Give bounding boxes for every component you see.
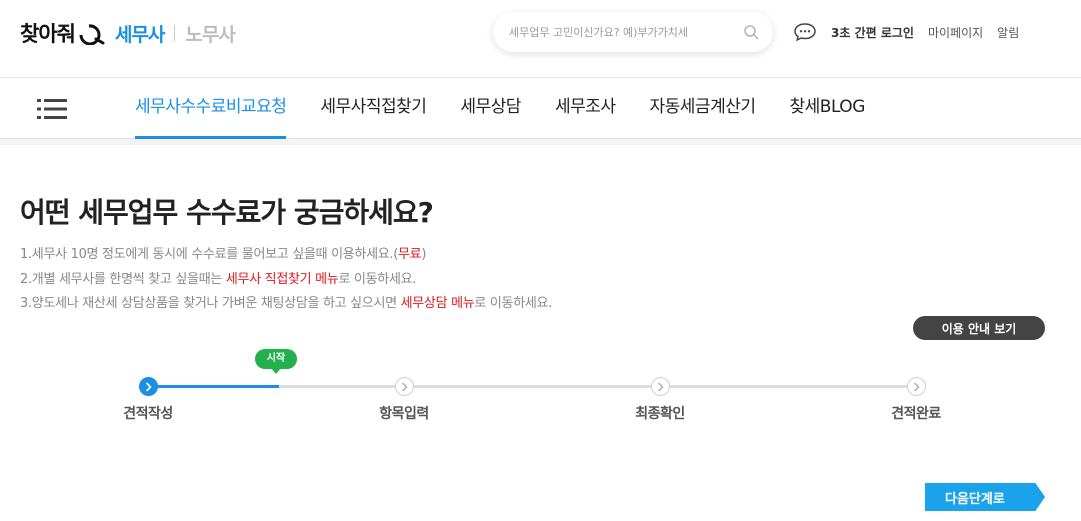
desc-line-2-text: 2.개별 세무사를 한명씩 찾고 싶을때는 — [20, 271, 226, 287]
step-label-final-confirm: 최종확인 — [635, 406, 685, 422]
mypage-link[interactable]: 마이페이지 — [928, 24, 983, 41]
usage-description: 1.세무사 10명 정도에게 동시에 수수료를 물어보고 싶을때 이용하세요.(… — [20, 243, 552, 317]
desc-line-2: 2.개별 세무사를 한명씩 찾고 싶을때는 세무사 직접찾기 메뉴로 이동하세요… — [20, 268, 552, 293]
search-box — [493, 12, 773, 52]
nav-tax-consult[interactable]: 세무상담 — [460, 78, 521, 138]
step-label-quote-complete: 견적완료 — [891, 406, 941, 422]
alerts-link[interactable]: 알림 — [997, 24, 1019, 41]
nav-items: 세무사수수료비교요청 세무사직접찾기 세무상담 세무조사 자동세금계산기 찾세B… — [135, 78, 899, 139]
chevron-right-icon — [402, 382, 408, 392]
chevron-right-icon — [658, 382, 664, 392]
nav-tax-audit[interactable]: 세무조사 — [555, 78, 616, 138]
step-label-quote-write: 견적작성 — [123, 406, 173, 422]
step-node-4 — [907, 377, 926, 396]
site-logo[interactable]: 찾아줘 세무사 노무사 — [20, 18, 236, 48]
usage-guide-button[interactable]: 이용 안내 보기 — [913, 316, 1045, 340]
desc-free-highlight: 무료 — [398, 247, 422, 262]
start-badge: 시작 — [255, 349, 297, 374]
search-icon[interactable] — [743, 24, 759, 40]
progress-steps: 시작 견적작성 항목입력 최종확인 견적완료 — [0, 340, 1081, 440]
section-divider — [0, 139, 1081, 145]
hamburger-menu-icon[interactable] — [37, 98, 67, 120]
chevron-right-icon — [914, 382, 920, 392]
top-header: 찾아줘 세무사 노무사 3초 간편 로그인 마이페이지 알림 — [0, 0, 1081, 78]
desc-line-2-end: 로 이동하세요. — [338, 271, 417, 287]
step-node-1 — [139, 377, 158, 396]
progress-track — [148, 385, 916, 388]
quick-login-link[interactable]: 3초 간편 로그인 — [831, 24, 914, 41]
desc-line-3: 3.양도세나 재산세 상담상품을 찾거나 가벼운 채팅상담을 하고 싶으시면 세… — [20, 292, 552, 317]
desc-line-1-end: ) — [421, 247, 427, 262]
logo-tax-accountant[interactable]: 세무사 — [115, 20, 165, 47]
desc-line-1: 1.세무사 10명 정도에게 동시에 수수료를 물어보고 싶을때 이용하세요.(… — [20, 243, 552, 268]
next-step-button[interactable]: 다음단계로 — [925, 483, 1045, 511]
logo-main-text: 찾아줘 — [20, 22, 76, 46]
nav-find-accountant[interactable]: 세무사직접찾기 — [320, 78, 426, 138]
chevron-right-icon — [145, 382, 152, 392]
desc-line-3-end: 로 이동하세요. — [474, 296, 553, 311]
chat-bubble-icon[interactable] — [793, 22, 817, 42]
desc-find-menu-highlight[interactable]: 세무사 직접찾기 메뉴 — [226, 272, 339, 287]
desc-line-3-text: 3.양도세나 재산세 상담상품을 찾거나 가벼운 채팅상담을 하고 싶으시면 — [20, 296, 401, 311]
search-input[interactable] — [509, 22, 735, 42]
step-node-2 — [395, 377, 414, 396]
progress-fill — [148, 385, 279, 388]
nav-blog[interactable]: 찾세BLOG — [790, 78, 866, 138]
desc-line-1-text: 1.세무사 10명 정도에게 동시에 수수료를 물어보고 싶을때 이용하세요.( — [20, 247, 398, 262]
step-node-3 — [651, 377, 670, 396]
magnifier-logo-icon — [79, 24, 105, 45]
header-actions: 3초 간편 로그인 마이페이지 알림 — [793, 22, 1033, 42]
nav-fee-compare-request[interactable]: 세무사수수료비교요청 — [135, 78, 287, 139]
main-nav: 세무사수수료비교요청 세무사직접찾기 세무상담 세무조사 자동세금계산기 찾세B… — [0, 78, 1081, 139]
logo-divider — [174, 25, 176, 41]
desc-consult-menu-highlight[interactable]: 세무상담 메뉴 — [401, 296, 475, 311]
nav-tax-calculator[interactable]: 자동세금계산기 — [650, 78, 756, 138]
logo-labor-attorney[interactable]: 노무사 — [185, 20, 235, 47]
step-label-item-input: 항목입력 — [379, 406, 429, 422]
page-title: 어떤 세무업무 수수료가 궁금하세요? — [20, 196, 434, 229]
